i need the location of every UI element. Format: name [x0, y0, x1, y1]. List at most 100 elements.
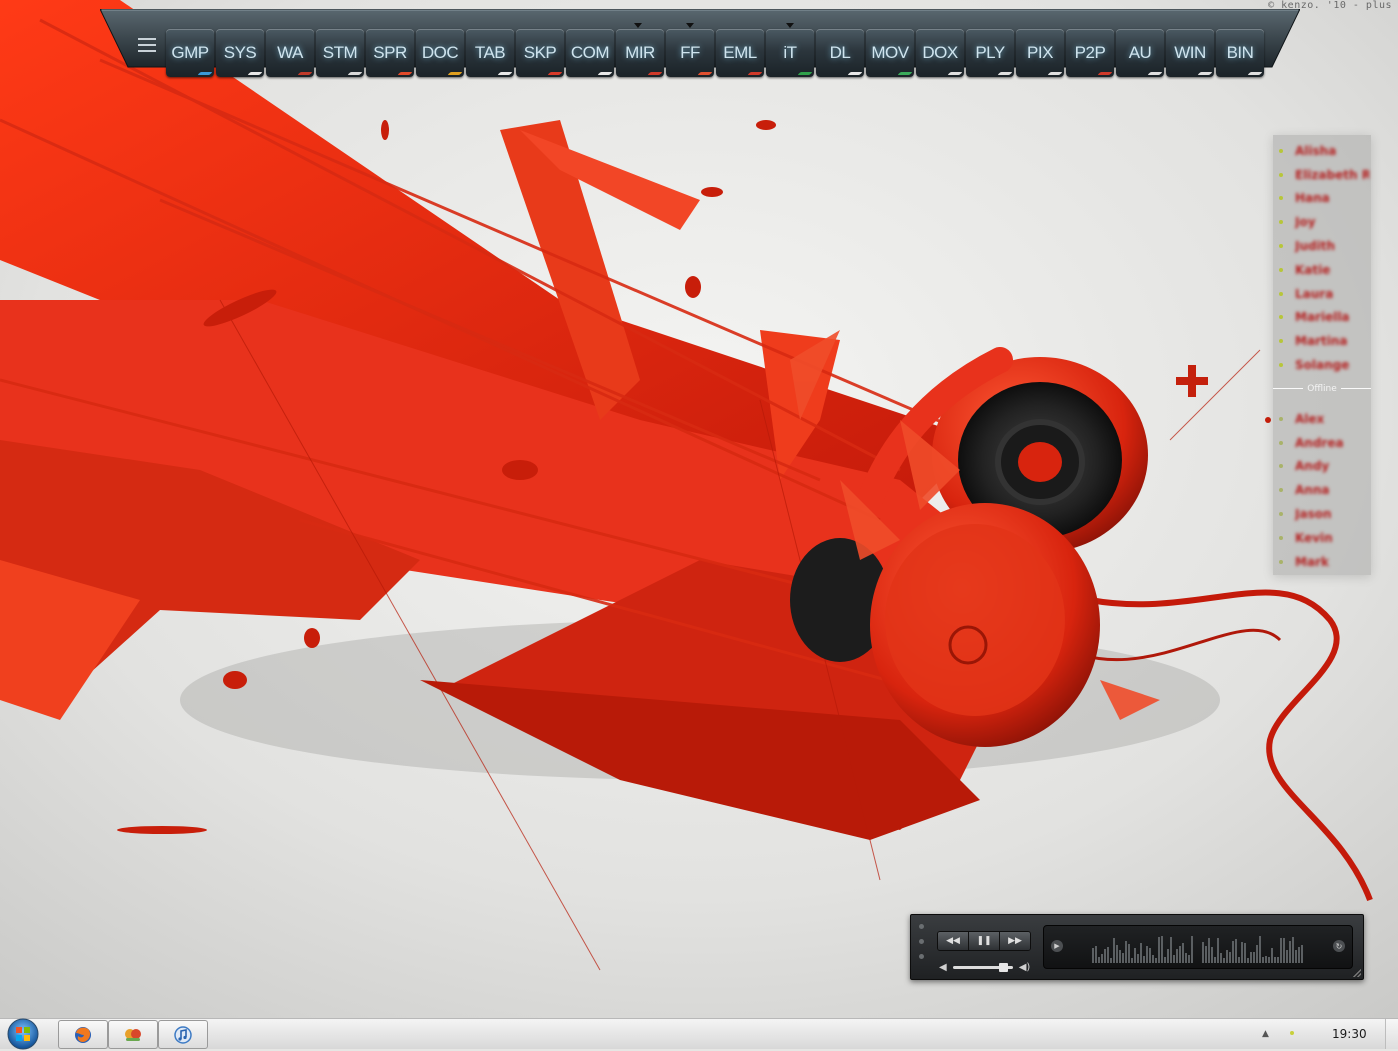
- volume-slider[interactable]: [952, 963, 1013, 972]
- dock-button-ply[interactable]: PLY: [966, 29, 1014, 77]
- contact-item[interactable]: Elizabeth R...: [1273, 163, 1371, 187]
- contact-item[interactable]: Judith: [1273, 234, 1371, 258]
- repeat-icon[interactable]: ↻: [1333, 940, 1345, 952]
- taskbar-messenger-button[interactable]: [108, 1020, 158, 1049]
- rewind-icon: ◀◀: [946, 936, 960, 946]
- dock-button-doc[interactable]: DOC: [416, 29, 464, 77]
- add-contact-icon[interactable]: [1174, 363, 1210, 399]
- tray-expand-icon[interactable]: ▲: [1262, 1029, 1269, 1039]
- visualizer-bar: [1149, 948, 1151, 963]
- volume-knob[interactable]: [998, 963, 1008, 972]
- visualizer-left: [1092, 931, 1193, 963]
- contact-item[interactable]: Mariella: [1273, 306, 1371, 330]
- dock-button-dox[interactable]: DOX: [916, 29, 964, 77]
- visualizer-bar: [1107, 947, 1109, 963]
- player-handle[interactable]: [919, 924, 924, 959]
- contact-item[interactable]: Anna: [1273, 478, 1371, 502]
- presence-dot-icon: [1279, 488, 1283, 493]
- fast-forward-button[interactable]: ▶▶: [1000, 932, 1030, 950]
- visualizer-bar: [1256, 945, 1258, 963]
- taskbar-firefox-button[interactable]: [58, 1020, 108, 1049]
- dock-button-com[interactable]: COM: [566, 29, 614, 77]
- dock-button-mir[interactable]: MIR: [616, 29, 664, 77]
- visualizer-bar: [1170, 937, 1172, 963]
- visualizer-bar: [1101, 954, 1103, 963]
- visualizer-bar: [1146, 946, 1148, 963]
- visualizer-bar: [1301, 945, 1303, 963]
- taskbar-clock[interactable]: 19:30: [1332, 1027, 1367, 1041]
- dock-button-tab[interactable]: TAB: [466, 29, 514, 77]
- contact-name: Jason: [1295, 507, 1332, 522]
- dock-button-spr[interactable]: SPR: [366, 29, 414, 77]
- dock-button-au[interactable]: AU: [1116, 29, 1164, 77]
- visualizer-bar: [1164, 957, 1166, 963]
- dock-button-bin[interactable]: BIN: [1216, 29, 1264, 77]
- visualizer-bar: [1167, 949, 1169, 963]
- visualizer-bar: [1134, 948, 1136, 963]
- contact-item[interactable]: Laura: [1273, 282, 1371, 306]
- start-button[interactable]: [4, 1017, 42, 1051]
- contact-name: Solange: [1295, 358, 1350, 373]
- contact-item[interactable]: Hana: [1273, 187, 1371, 211]
- contact-item[interactable]: Alex: [1273, 407, 1371, 431]
- contact-name: Judith: [1295, 239, 1335, 254]
- visualizer-bar: [1268, 957, 1270, 963]
- visualizer-bar: [1220, 953, 1222, 963]
- dock-button-label: COM: [570, 43, 610, 62]
- tray-status-icon[interactable]: [1290, 1031, 1294, 1035]
- dock-button-mov[interactable]: MOV: [866, 29, 914, 77]
- contact-item[interactable]: Andrea: [1273, 431, 1371, 455]
- dock-button-dl[interactable]: DL: [816, 29, 864, 77]
- resize-grip-icon[interactable]: [1353, 969, 1361, 977]
- dock-menu-icon[interactable]: [138, 38, 156, 52]
- contact-item[interactable]: Jason: [1273, 502, 1371, 526]
- pause-icon: ❚❚: [976, 936, 992, 946]
- dock-button-wa[interactable]: WA: [266, 29, 314, 77]
- contact-item[interactable]: Martina: [1273, 329, 1371, 353]
- rewind-button[interactable]: ◀◀: [938, 932, 969, 950]
- dock-button-pix[interactable]: PIX: [1016, 29, 1064, 77]
- presence-dot-icon: [1279, 172, 1283, 177]
- visualizer-bar: [1283, 938, 1285, 963]
- visualizer-bar: [1152, 955, 1154, 963]
- contact-item[interactable]: Joy: [1273, 210, 1371, 234]
- dock-button-stm[interactable]: STM: [316, 29, 364, 77]
- contact-item[interactable]: Alisha: [1273, 139, 1371, 163]
- pause-button[interactable]: ❚❚: [969, 932, 1000, 950]
- contact-name: Laura: [1295, 286, 1334, 301]
- volume-high-icon: ◀): [1018, 962, 1031, 973]
- dock-button-eml[interactable]: EML: [716, 29, 764, 77]
- dock-button-ff[interactable]: FF: [666, 29, 714, 77]
- dock-marker-icon: [634, 23, 642, 28]
- presence-dot-icon: [1279, 148, 1283, 153]
- dock-button-it[interactable]: iT: [766, 29, 814, 77]
- dock-button-sys[interactable]: SYS: [216, 29, 264, 77]
- presence-dot-icon: [1279, 339, 1283, 344]
- itunes-icon: [174, 1025, 192, 1044]
- firefox-icon: [75, 1026, 91, 1043]
- play-icon[interactable]: ▶: [1051, 940, 1063, 952]
- dock-marker-icon: [686, 23, 694, 28]
- dock-accent-stripe: [597, 72, 613, 75]
- dock-accent-stripe: [1147, 72, 1163, 75]
- offline-label: Offline: [1307, 383, 1337, 394]
- taskbar-itunes-button[interactable]: [158, 1020, 208, 1049]
- visualizer-bar: [1098, 957, 1100, 963]
- contact-item[interactable]: Solange: [1273, 353, 1371, 377]
- volume-low-icon: ◀: [939, 962, 947, 973]
- offline-separator: Offline: [1273, 381, 1371, 397]
- transport-controls: ◀◀ ❚❚ ▶▶: [937, 931, 1031, 951]
- dock-button-p2p[interactable]: P2P: [1066, 29, 1114, 77]
- contact-item[interactable]: Mark: [1273, 550, 1371, 574]
- contact-item[interactable]: Andy: [1273, 455, 1371, 479]
- dock-button-win[interactable]: WIN: [1166, 29, 1214, 77]
- show-desktop-button[interactable]: [1385, 1019, 1398, 1049]
- contact-item[interactable]: Kevin: [1273, 526, 1371, 550]
- dock-button-skp[interactable]: SKP: [516, 29, 564, 77]
- media-player: ◀◀ ❚❚ ▶▶ ◀ ◀) ▶ ↻: [910, 914, 1364, 980]
- dock-button-label: PIX: [1027, 43, 1053, 62]
- offline-contacts-list: Alex Andrea Andy Anna Jason Kevin Mark: [1273, 403, 1371, 574]
- contact-item[interactable]: Katie: [1273, 258, 1371, 282]
- dock-button-gmp[interactable]: GMP: [166, 29, 214, 77]
- visualizer-bar: [1232, 941, 1234, 963]
